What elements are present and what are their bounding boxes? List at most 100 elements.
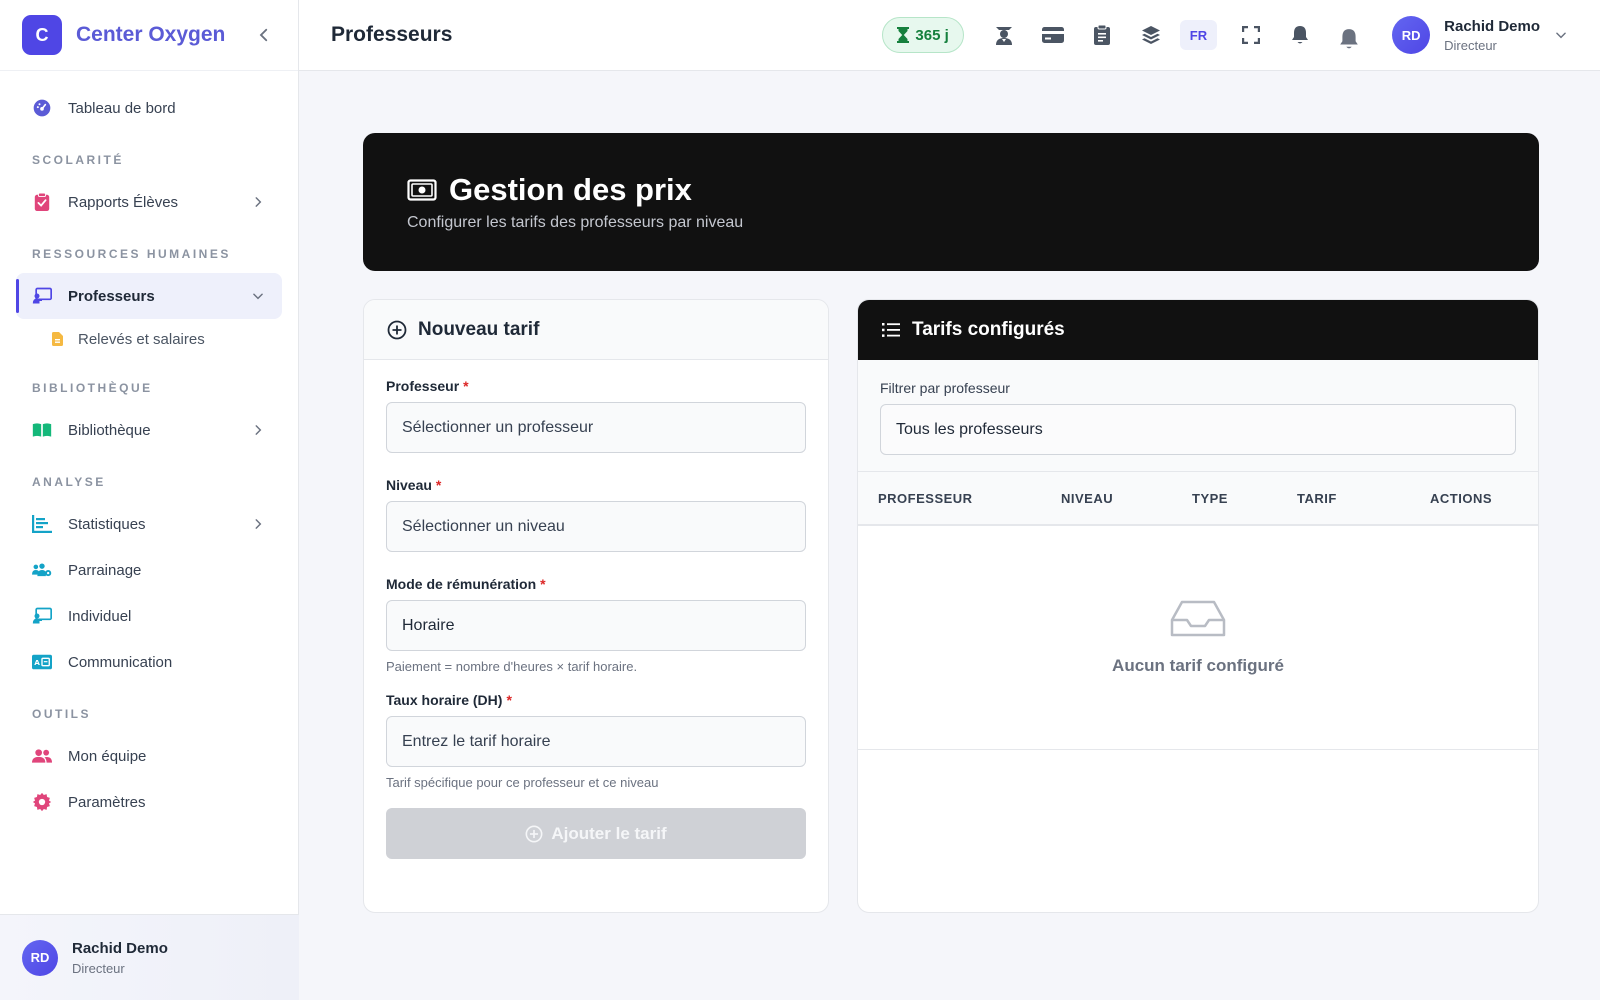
mode-hint: Paiement = nombre d'heures × tarif horai… [386, 659, 638, 674]
chevron-down-icon [1556, 32, 1566, 39]
filter-label: Filtrer par professeur [880, 380, 1010, 396]
sidebar-item-professeurs[interactable]: Professeurs [16, 273, 282, 319]
configured-tariffs-card: Tarifs configurés Filtrer par professeur… [857, 299, 1539, 913]
professeur-select[interactable]: Sélectionner un professeur [386, 402, 806, 453]
brand-logo: C [22, 15, 62, 55]
column-header[interactable]: ACTIONS [1410, 491, 1492, 506]
chevron-left-icon [259, 28, 268, 42]
chevron-right-icon [250, 194, 266, 210]
sidebar: C Center Oxygen Tableau de bord SCOLARIT… [0, 0, 299, 1000]
credit-card-icon [1041, 27, 1064, 43]
column-header[interactable]: PROFESSEUR [858, 491, 1041, 506]
sidebar-item-communication[interactable]: A Communication [16, 639, 282, 685]
sidebar-item-rapports-eleves[interactable]: Rapports Élèves [16, 179, 282, 225]
layers-button[interactable] [1131, 15, 1171, 55]
users-icon [32, 746, 52, 766]
card-title: Tarifs configurés [912, 319, 1065, 340]
professeur-label: Professeur * [386, 378, 469, 394]
sidebar-item-statistiques[interactable]: Statistiques [16, 501, 282, 547]
notifications-button[interactable] [1280, 15, 1320, 55]
new-tariff-header: Nouveau tarif [364, 300, 828, 360]
alerts-button[interactable] [1329, 19, 1369, 59]
user-name: Rachid Demo [1444, 17, 1540, 35]
add-tariff-button[interactable]: Ajouter le tarif [386, 808, 806, 859]
collapse-sidebar-button[interactable] [252, 23, 276, 47]
hourglass-icon [897, 27, 910, 43]
user-role: Directeur [1444, 37, 1497, 53]
avatar: RD [22, 939, 58, 976]
user-menu[interactable]: RD Rachid Demo Directeur [1392, 16, 1568, 54]
subscription-days-badge[interactable]: 365 j [882, 17, 964, 53]
clipboard-check-icon [32, 192, 52, 212]
brand: C Center Oxygen [0, 0, 298, 71]
hero-title: Gestion des prix [449, 172, 692, 207]
users-cog-icon [32, 560, 52, 580]
niveau-label: Niveau * [386, 477, 442, 493]
gear-icon [32, 792, 52, 812]
chevron-right-icon [250, 516, 266, 532]
id-card-icon: A [32, 652, 52, 672]
empty-state-text: Aucun tarif configuré [1112, 655, 1284, 675]
column-header[interactable]: TARIF [1277, 491, 1410, 506]
bell-icon [1292, 26, 1309, 44]
section-bibliotheque: BIBLIOTHÈQUE [32, 381, 153, 395]
clipboard-button[interactable] [1082, 15, 1122, 55]
sidebar-item-label: Rapports Élèves [68, 193, 179, 211]
chalkboard-teacher-icon [32, 606, 52, 626]
payment-card-button[interactable] [1033, 15, 1073, 55]
book-open-icon [32, 420, 52, 440]
filter-professeur-select[interactable]: Tous les professeurs [880, 404, 1516, 455]
clipboard-list-icon [1093, 25, 1110, 45]
sidebar-item-individuel[interactable]: Individuel [16, 593, 282, 639]
sidebar-item-label: Communication [68, 653, 173, 671]
sidebar-item-label: Bibliothèque [68, 421, 151, 439]
mode-remuneration-label: Mode de rémunération * [386, 576, 546, 592]
page-title: Professeurs [331, 23, 453, 46]
file-invoice-icon [50, 332, 64, 346]
column-header[interactable]: TYPE [1172, 491, 1277, 506]
sidebar-item-parrainage[interactable]: Parrainage [16, 547, 282, 593]
tariff-form: Professeur * Sélectionner un professeur N… [364, 360, 828, 877]
sidebar-item-dashboard[interactable]: Tableau de bord [16, 85, 282, 131]
sidebar-item-mon-equipe[interactable]: Mon équipe [16, 733, 282, 779]
sidebar-item-label: Paramètres [68, 793, 146, 811]
layer-group-icon [1141, 26, 1160, 44]
column-header[interactable]: NIVEAU [1041, 491, 1172, 506]
sidebar-item-label: Mon équipe [68, 747, 147, 765]
language-switch[interactable]: FR [1179, 20, 1218, 50]
taux-horaire-label: Taux horaire (DH) * [386, 692, 512, 708]
topbar: Professeurs 365 j FR RD Rachid Demo Dire… [299, 0, 1600, 71]
brand-name: Center Oxygen [76, 23, 226, 46]
sidebar-subitem-label: Relevés et salaires [78, 330, 205, 348]
configured-tariffs-header: Tarifs configurés [858, 300, 1538, 360]
niveau-select[interactable]: Sélectionner un niveau [386, 501, 806, 552]
svg-text:A: A [34, 658, 40, 667]
section-outils: OUTILS [32, 707, 91, 721]
bell-icon [1340, 29, 1358, 49]
sidebar-item-label: Parrainage [68, 561, 142, 579]
sidebar-item-parametres[interactable]: Paramètres [16, 779, 282, 825]
sidebar-subitem-releves-salaires[interactable]: Relevés et salaires [16, 319, 282, 359]
list-icon [880, 319, 902, 341]
sidebar-item-label: Tableau de bord [68, 99, 176, 117]
tariffs-table-header: PROFESSEUR NIVEAU TYPE TARIF ACTIONS [858, 472, 1538, 526]
mode-remuneration-select[interactable]: Horaire [386, 600, 806, 651]
chalkboard-teacher-icon [32, 286, 52, 306]
card-title: Nouveau tarif [418, 318, 540, 340]
taux-horaire-input[interactable]: Entrez le tarif horaire [386, 716, 806, 767]
dashboard-icon [32, 98, 52, 118]
plus-circle-icon [386, 319, 408, 341]
chart-bar-icon [32, 514, 52, 534]
money-bill-icon [407, 179, 437, 201]
empty-state: Aucun tarif configuré [858, 526, 1538, 750]
sidebar-item-label: Professeurs [68, 287, 155, 305]
graduation-cap-button[interactable] [984, 15, 1024, 55]
user-role: Directeur [72, 960, 125, 976]
expand-icon [1242, 26, 1261, 44]
sidebar-user-card[interactable]: RD Rachid Demo Directeur [0, 914, 299, 1000]
avatar: RD [1392, 16, 1431, 54]
filter-area: Filtrer par professeur Tous les professe… [858, 360, 1538, 472]
sidebar-item-bibliotheque[interactable]: Bibliothèque [16, 407, 282, 453]
fullscreen-button[interactable] [1231, 15, 1271, 55]
hero-subtitle: Configurer les tarifs des professeurs pa… [407, 214, 744, 231]
